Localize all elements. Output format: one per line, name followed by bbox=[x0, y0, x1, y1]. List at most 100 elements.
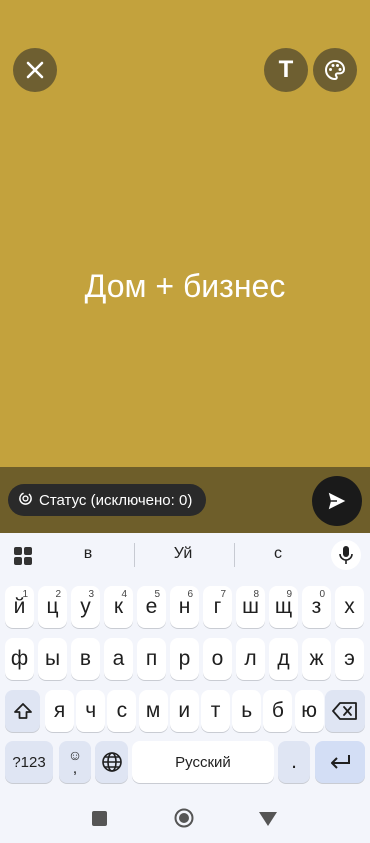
key-row2-5[interactable]: р bbox=[170, 638, 199, 680]
microphone-button[interactable] bbox=[331, 540, 361, 570]
microphone-icon bbox=[339, 546, 353, 564]
key-row1-8[interactable]: щ9 bbox=[269, 586, 298, 628]
key-label: т bbox=[210, 699, 221, 722]
palette-icon bbox=[325, 59, 346, 81]
key-hint: 1 bbox=[22, 589, 28, 600]
close-button[interactable] bbox=[13, 48, 57, 92]
suggestion-3[interactable]: с bbox=[248, 545, 308, 563]
key-row3-6[interactable]: ь bbox=[232, 690, 262, 732]
send-icon bbox=[328, 492, 346, 510]
key-row2-10[interactable]: э bbox=[335, 638, 364, 680]
shift-icon bbox=[13, 703, 32, 719]
key-row3-3[interactable]: м bbox=[138, 690, 168, 732]
space-key[interactable]: Русский bbox=[132, 741, 274, 783]
globe-icon bbox=[101, 752, 122, 772]
key-row1-7[interactable]: ш8 bbox=[236, 586, 265, 628]
key-label: б bbox=[271, 699, 284, 722]
recents-button[interactable] bbox=[92, 811, 107, 826]
key-row1-4[interactable]: е5 bbox=[137, 586, 166, 628]
key-label: а bbox=[112, 647, 125, 670]
back-icon bbox=[259, 812, 277, 826]
apps-grid-icon[interactable] bbox=[13, 546, 33, 566]
emoji-key[interactable]: ☺ , bbox=[59, 741, 91, 783]
shift-key[interactable] bbox=[5, 690, 40, 732]
navigation-bar bbox=[0, 791, 370, 843]
key-row1-2[interactable]: у3 bbox=[71, 586, 100, 628]
key-label: в bbox=[79, 647, 92, 670]
home-icon bbox=[174, 808, 194, 828]
key-row3-7[interactable]: б bbox=[263, 690, 293, 732]
comma-label: , bbox=[72, 760, 78, 777]
home-button[interactable] bbox=[174, 808, 194, 828]
key-row3-5[interactable]: т bbox=[201, 690, 230, 732]
audience-selector[interactable]: Статус (исключено: 0) bbox=[8, 484, 207, 516]
key-row3-0[interactable]: я bbox=[45, 690, 74, 732]
key-hint: 5 bbox=[154, 589, 160, 600]
key-row2-7[interactable]: л bbox=[236, 638, 265, 680]
send-button[interactable] bbox=[312, 476, 362, 526]
key-row1-5[interactable]: н6 bbox=[170, 586, 199, 628]
key-row2-8[interactable]: д bbox=[269, 638, 298, 680]
key-label: ж bbox=[309, 647, 324, 670]
key-row1-6[interactable]: г7 bbox=[203, 586, 232, 628]
symbols-key[interactable]: ?123 bbox=[5, 741, 53, 783]
key-label: л bbox=[244, 647, 257, 670]
key-label: и bbox=[178, 699, 191, 722]
key-label: ф bbox=[10, 647, 29, 670]
key-row3-2[interactable]: с bbox=[107, 690, 137, 732]
key-row2-2[interactable]: в bbox=[71, 638, 100, 680]
status-text[interactable]: Дом + бизнес bbox=[0, 268, 370, 305]
text-icon: T bbox=[278, 56, 294, 83]
key-row2-9[interactable]: ж bbox=[302, 638, 331, 680]
key-label: п bbox=[145, 647, 158, 670]
key-row1-0[interactable]: й1 bbox=[5, 586, 34, 628]
key-hint: 0 bbox=[319, 589, 325, 600]
key-row3-4[interactable]: и bbox=[169, 690, 199, 732]
color-palette-button[interactable] bbox=[313, 48, 357, 92]
back-button[interactable] bbox=[258, 811, 278, 827]
key-hint: 7 bbox=[220, 589, 226, 600]
key-label: ю bbox=[301, 699, 317, 722]
key-row2-6[interactable]: о bbox=[203, 638, 232, 680]
key-label: э bbox=[344, 647, 355, 670]
key-row2-0[interactable]: ф bbox=[5, 638, 34, 680]
backspace-key[interactable] bbox=[325, 690, 365, 732]
key-row2-3[interactable]: а bbox=[104, 638, 133, 680]
key-hint: 3 bbox=[88, 589, 94, 600]
key-row1-9[interactable]: з0 bbox=[302, 586, 331, 628]
status-icon bbox=[18, 491, 33, 510]
language-key[interactable] bbox=[95, 741, 128, 783]
text-style-button[interactable]: T bbox=[264, 48, 308, 92]
suggestion-bar: в Уй с bbox=[0, 533, 370, 577]
suggestion-1[interactable]: в bbox=[58, 545, 118, 563]
key-row1-1[interactable]: ц2 bbox=[38, 586, 67, 628]
key-row2-4[interactable]: п bbox=[137, 638, 166, 680]
audience-label: Статус (исключено: 0) bbox=[39, 491, 193, 509]
key-label: м bbox=[145, 699, 161, 722]
key-label: ч bbox=[85, 699, 97, 722]
period-key[interactable]: . bbox=[278, 741, 310, 783]
key-hint: 4 bbox=[121, 589, 127, 600]
enter-icon bbox=[331, 755, 350, 769]
suggestion-2[interactable]: Уй bbox=[153, 545, 213, 563]
key-label: р bbox=[178, 647, 191, 670]
key-label: я bbox=[53, 699, 66, 722]
close-icon bbox=[26, 61, 44, 79]
key-label: ь bbox=[241, 699, 253, 722]
key-label: д bbox=[277, 647, 290, 670]
key-row1-10[interactable]: х bbox=[335, 586, 364, 628]
key-row2-1[interactable]: ы bbox=[38, 638, 67, 680]
key-hint: 9 bbox=[286, 589, 292, 600]
key-row3-1[interactable]: ч bbox=[76, 690, 106, 732]
suggestion-divider bbox=[234, 543, 235, 567]
key-row1-3[interactable]: к4 bbox=[104, 586, 133, 628]
key-hint: 8 bbox=[253, 589, 259, 600]
key-label: о bbox=[211, 647, 224, 670]
enter-key[interactable] bbox=[315, 741, 365, 783]
suggestion-divider bbox=[134, 543, 135, 567]
key-row3-8[interactable]: ю bbox=[294, 690, 324, 732]
key-hint: 2 bbox=[55, 589, 61, 600]
key-label: с bbox=[116, 699, 128, 722]
key-label: х bbox=[344, 595, 355, 618]
backspace-icon bbox=[332, 702, 357, 720]
